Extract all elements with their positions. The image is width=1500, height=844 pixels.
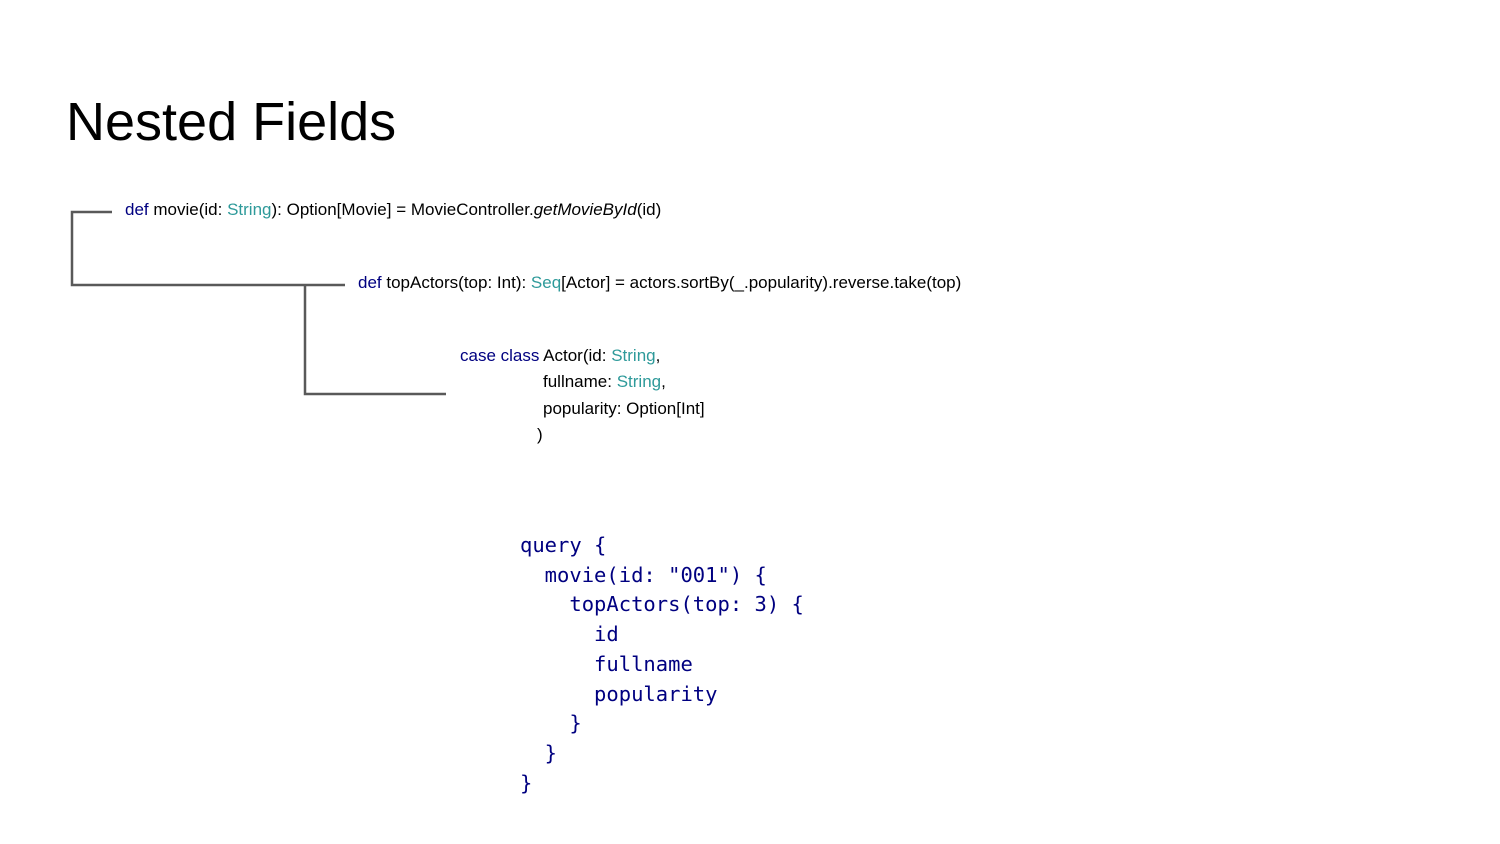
- graphql-query-line: fullname: [520, 651, 693, 676]
- graphql-query-line: id: [520, 622, 619, 647]
- movie-signature-part: movie(id:: [148, 200, 228, 219]
- method-get-movie-by-id: getMovieById: [533, 200, 637, 219]
- graphql-query-line: movie(id: "001") {: [520, 562, 767, 587]
- top-actors-signature-part: topActors(top: Int):: [381, 273, 531, 292]
- graphql-query-line: query {: [520, 533, 607, 557]
- type-string: String: [227, 200, 272, 219]
- graphql-query-line: }: [520, 711, 582, 736]
- actor-class-line-3: popularity: Option[Int]: [543, 399, 705, 418]
- keyword-def: def: [125, 200, 149, 219]
- field-fullname: fullname:: [543, 372, 617, 391]
- actor-class-head: Actor(id:: [539, 346, 612, 365]
- type-string: String: [611, 346, 656, 365]
- graphql-query-line: }: [520, 740, 558, 765]
- actor-class-comma: ,: [655, 346, 661, 365]
- graphql-query-line: topActors(top: 3) {: [520, 592, 804, 617]
- keyword-case-class: case class: [460, 346, 540, 365]
- actor-class-line-1: case class Actor(id: String,: [460, 343, 660, 369]
- graphql-query-block: query { movie(id: "001") { topActors(top…: [520, 531, 804, 798]
- graphql-query-line: }: [520, 770, 533, 795]
- actor-class-line-2: fullname: String,: [543, 369, 666, 395]
- type-string: String: [616, 372, 662, 391]
- movie-def-line: def movie(id: String): Option[Movie] = M…: [125, 197, 661, 223]
- actor-class-comma: ,: [661, 372, 666, 391]
- keyword-def: def: [358, 273, 382, 292]
- type-seq: Seq: [530, 273, 562, 292]
- top-actors-body-part: [Actor] = actors.sortBy(_.popularity).re…: [561, 273, 962, 292]
- connector-topactors-to-actor: [303, 285, 446, 396]
- movie-args-part: (id): [636, 200, 662, 219]
- top-actors-def-line: def topActors(top: Int): Seq[Actor] = ac…: [358, 270, 961, 296]
- movie-return-part: ): Option[Movie] = MovieController.: [271, 200, 534, 219]
- graphql-query-line: popularity: [520, 681, 718, 706]
- actor-class-line-4: ): [537, 425, 543, 444]
